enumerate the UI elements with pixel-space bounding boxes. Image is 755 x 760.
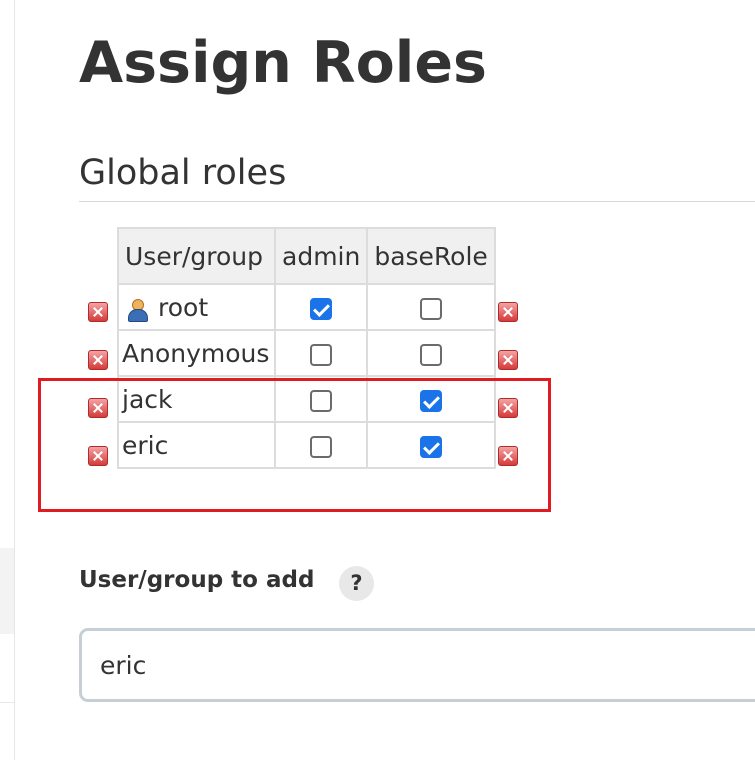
delete-icon-jack-left[interactable] (88, 398, 108, 418)
table-header-row: User/group admin baseRole (117, 227, 496, 285)
add-user-group-label: User/group to add (79, 567, 315, 593)
cell-root-admin (273, 283, 369, 331)
user-cell-eric: eric (117, 421, 276, 469)
column-header-user-group: User/group (117, 227, 276, 285)
global-roles-table: User/group admin baseRole root Anonymous (117, 227, 496, 469)
cell-jack-admin (273, 375, 369, 423)
left-rail-shade (0, 548, 14, 634)
left-rail-divider (0, 702, 14, 703)
checkbox-jack-admin[interactable] (310, 389, 333, 412)
page-title: Assign Roles (79, 30, 487, 96)
checkbox-root-baserole[interactable] (420, 297, 443, 320)
user-icon (126, 297, 148, 322)
delete-icon-eric-left[interactable] (88, 446, 108, 466)
checkbox-anonymous-admin[interactable] (310, 343, 333, 366)
checkbox-root-admin[interactable] (310, 297, 333, 320)
cell-eric-admin (273, 421, 369, 469)
section-title-global-roles: Global roles (79, 153, 287, 193)
delete-icon-root-right[interactable] (498, 302, 518, 322)
table-row-anonymous: Anonymous (117, 329, 496, 377)
user-cell-anonymous: Anonymous (117, 329, 276, 377)
user-name-jack: jack (122, 384, 173, 414)
user-group-input[interactable] (79, 628, 755, 702)
user-name-anonymous: Anonymous (122, 338, 270, 368)
cell-eric-baserole (366, 421, 496, 469)
user-name-eric: eric (122, 430, 169, 460)
help-icon[interactable]: ? (339, 566, 374, 601)
left-rail (0, 0, 15, 760)
section-divider (79, 201, 755, 202)
table-row-root: root (117, 283, 496, 331)
delete-icon-root-left[interactable] (88, 302, 108, 322)
delete-icon-anonymous-left[interactable] (88, 350, 108, 370)
column-header-admin: admin (273, 227, 369, 285)
delete-icon-anonymous-right[interactable] (498, 350, 518, 370)
cell-anonymous-admin (273, 329, 369, 377)
cell-anonymous-baserole (366, 329, 496, 377)
delete-icon-jack-right[interactable] (498, 398, 518, 418)
checkbox-eric-admin[interactable] (310, 435, 333, 458)
user-cell-root: root (117, 283, 276, 331)
table-row-jack: jack (117, 375, 496, 423)
checkbox-jack-baserole[interactable] (420, 389, 443, 412)
checkbox-eric-baserole[interactable] (420, 435, 443, 458)
cell-root-baserole (366, 283, 496, 331)
table-row-eric: eric (117, 421, 496, 469)
checkbox-anonymous-baserole[interactable] (420, 343, 443, 366)
user-name-root: root (158, 292, 209, 322)
user-cell-jack: jack (117, 375, 276, 423)
column-header-baserole: baseRole (366, 227, 496, 285)
cell-jack-baserole (366, 375, 496, 423)
delete-icon-eric-right[interactable] (498, 446, 518, 466)
